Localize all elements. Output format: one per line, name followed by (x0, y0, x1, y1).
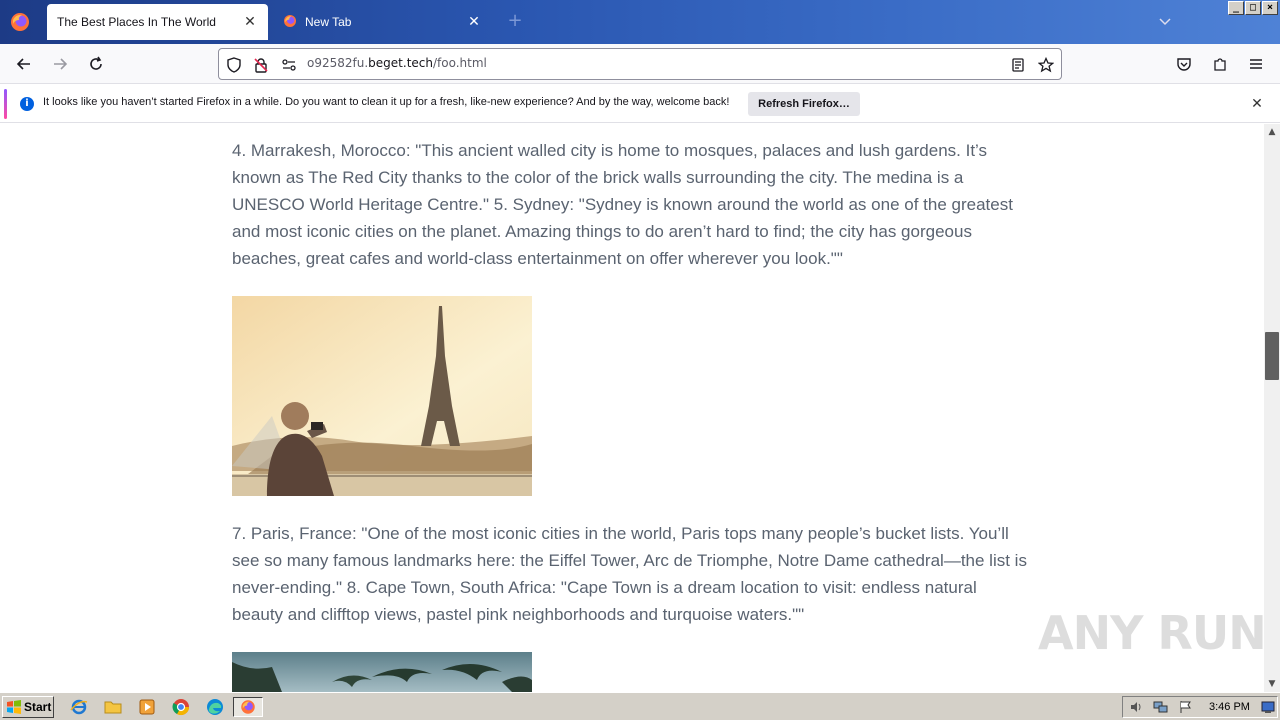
start-label: Start (24, 700, 52, 714)
pocket-button[interactable] (1170, 52, 1198, 76)
network-icon[interactable] (1153, 700, 1169, 717)
reload-icon (90, 56, 102, 70)
reader-view-icon[interactable] (1009, 56, 1027, 74)
scrollbar-thumb[interactable] (1265, 332, 1279, 380)
article-paragraph: 7. Paris, France: "One of the most iconi… (232, 524, 1027, 624)
url-prefix: o92582fu. (307, 56, 369, 70)
extensions-button[interactable] (1206, 52, 1234, 76)
forward-arrow-icon (54, 58, 68, 70)
insecure-lock-icon[interactable] (252, 56, 270, 74)
start-button[interactable]: Start (2, 696, 54, 718)
anyrun-watermark: ANY RUN (1038, 606, 1267, 660)
back-button[interactable] (10, 52, 38, 76)
article-paragraph: 4. Marrakesh, Morocco: "This ancient wal… (232, 141, 1013, 268)
notification-accent (4, 89, 7, 119)
page-scrollbar[interactable]: ▲ ▼ (1264, 124, 1280, 692)
shield-icon[interactable] (225, 56, 243, 74)
hamburger-menu-icon (1250, 59, 1262, 69)
permissions-icon[interactable] (280, 56, 298, 74)
tab-best-places[interactable]: The Best Places In The World ✕ (47, 4, 268, 40)
bookmark-star-icon[interactable] (1037, 56, 1055, 74)
url-bar[interactable]: o92582fu.beget.tech/foo.html (218, 48, 1062, 80)
windows-logo-icon (7, 700, 21, 714)
menu-button[interactable] (1242, 52, 1270, 76)
new-tab-button[interactable]: + (505, 12, 525, 32)
scroll-up-arrow-icon[interactable]: ▲ (1264, 124, 1280, 140)
pocket-icon (1177, 58, 1191, 71)
firefox-tab-icon (282, 13, 298, 32)
file-explorer-icon[interactable] (102, 697, 124, 717)
notification-message: It looks like you haven’t started Firefo… (43, 96, 730, 108)
forward-button[interactable] (46, 52, 74, 76)
refresh-firefox-notification: i It looks like you haven’t started Fire… (0, 85, 1280, 123)
tab-title: The Best Places In The World (57, 15, 216, 29)
chrome-icon[interactable] (170, 697, 192, 717)
internet-explorer-icon[interactable] (68, 697, 90, 717)
flag-icon[interactable] (1179, 700, 1193, 717)
show-desktop-icon[interactable] (1261, 700, 1275, 717)
reload-button[interactable] (82, 52, 110, 76)
back-arrow-icon (16, 58, 30, 70)
url-path: /foo.html (432, 56, 487, 70)
minimize-button[interactable]: _ (1228, 1, 1244, 15)
tab-new-tab[interactable]: New Tab ✕ (272, 4, 492, 40)
close-icon[interactable]: ✕ (242, 14, 258, 30)
firefox-icon (241, 700, 255, 714)
url-text[interactable]: o92582fu.beget.tech/foo.html (307, 56, 487, 70)
tab-strip: The Best Places In The World ✕ New Tab ✕… (0, 0, 1280, 44)
taskbar: Start 3:46 PM (0, 692, 1280, 720)
firefox-logo-icon[interactable] (8, 10, 32, 34)
restore-button[interactable]: □ (1245, 1, 1261, 15)
tab-title: New Tab (305, 15, 352, 29)
chevron-down-icon[interactable] (1158, 14, 1174, 30)
close-icon[interactable]: ✕ (466, 14, 482, 30)
url-host: beget.tech (368, 56, 433, 70)
media-player-icon[interactable] (136, 697, 158, 717)
close-icon[interactable]: ✕ (1248, 95, 1266, 113)
window-controls: _ □ × (1228, 1, 1278, 15)
cape-town-palm-photo (232, 652, 532, 692)
close-window-button[interactable]: × (1262, 1, 1278, 15)
eiffel-tower-photo (232, 296, 532, 496)
system-tray: 3:46 PM (1122, 696, 1278, 718)
puzzle-icon (1214, 58, 1226, 71)
edge-icon[interactable] (204, 697, 226, 717)
scroll-down-arrow-icon[interactable]: ▼ (1264, 676, 1280, 692)
navigation-toolbar: o92582fu.beget.tech/foo.html (0, 44, 1280, 84)
info-icon: i (20, 97, 34, 111)
volume-icon[interactable] (1129, 700, 1143, 717)
firefox-taskbar-button[interactable] (233, 697, 263, 717)
taskbar-clock[interactable]: 3:46 PM (1209, 701, 1250, 713)
refresh-firefox-button[interactable]: Refresh Firefox… (748, 92, 860, 116)
